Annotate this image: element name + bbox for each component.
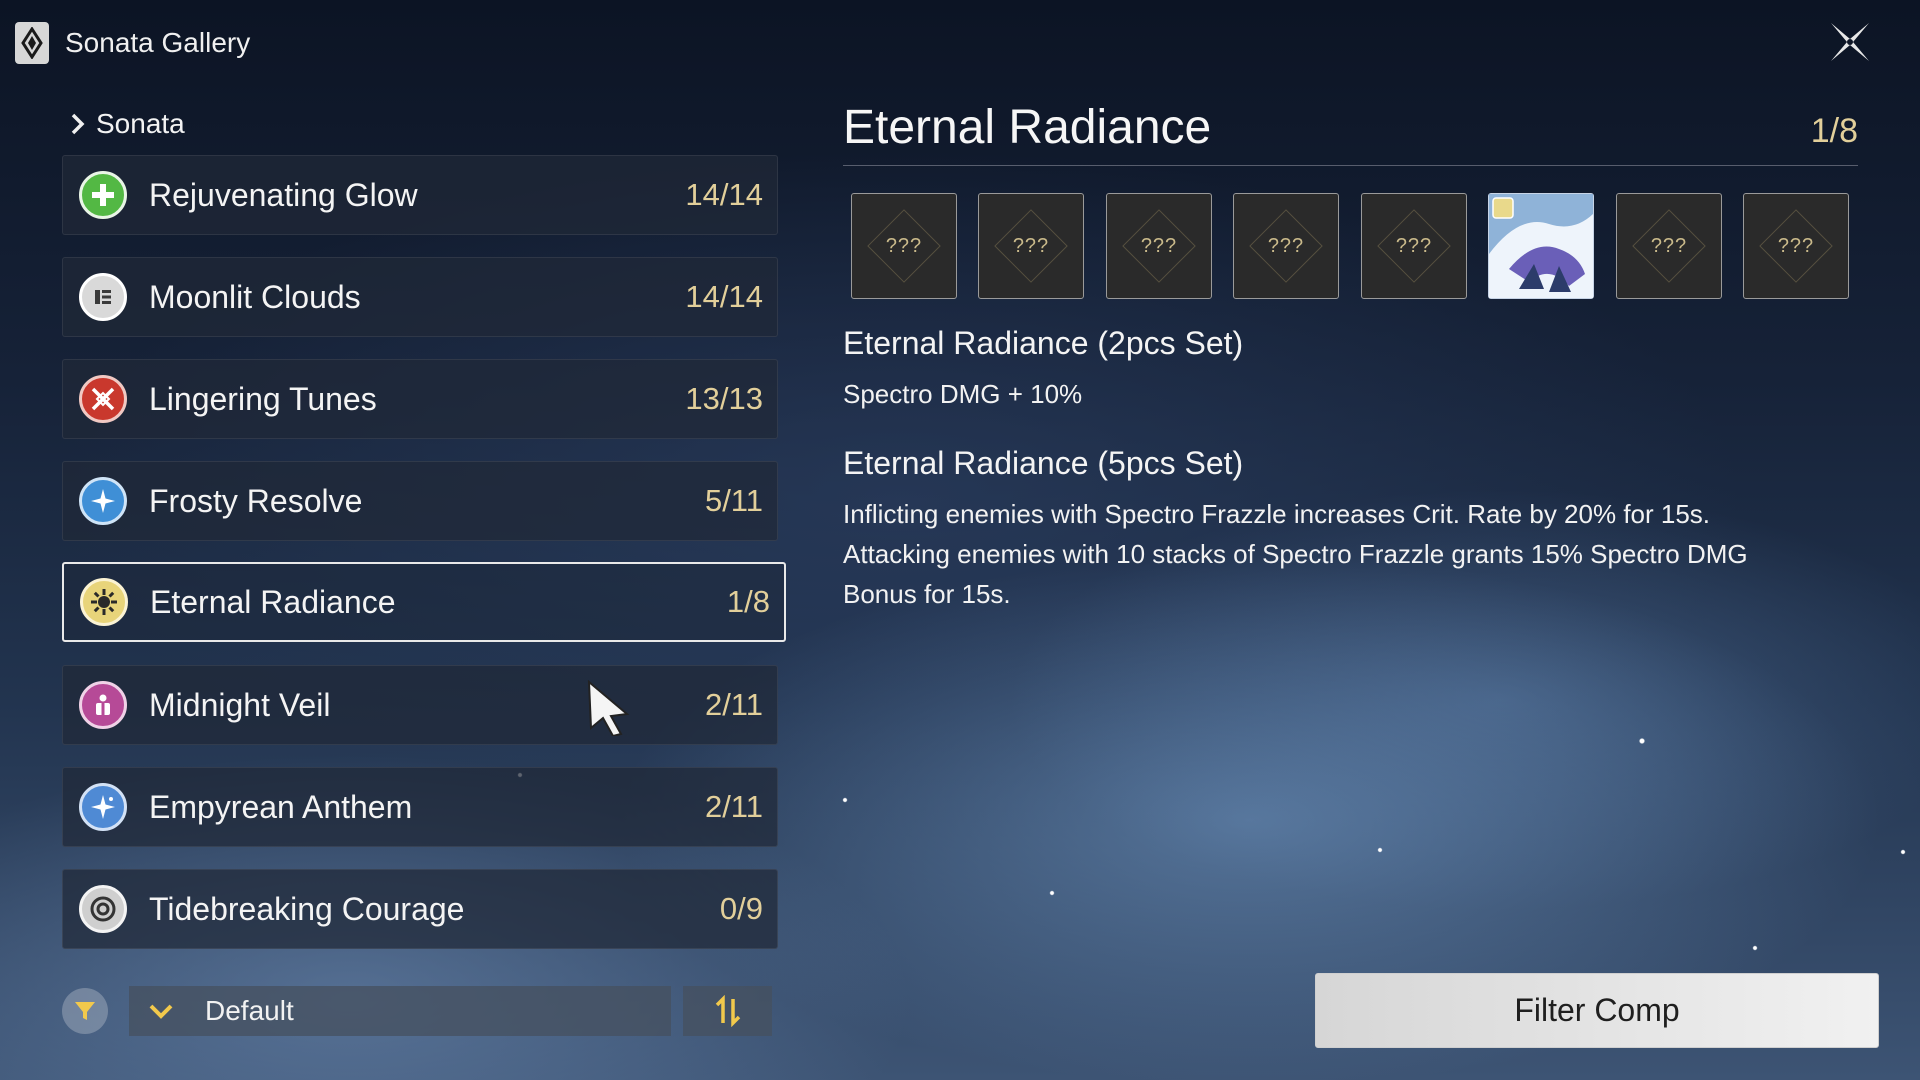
slot-label: ???: [1267, 234, 1305, 257]
chevron-right-icon: [71, 113, 85, 135]
frost-star-icon: [79, 477, 127, 525]
echo-slot-locked[interactable]: ???: [1743, 193, 1849, 299]
slot-label: ???: [1650, 234, 1688, 257]
sort-order-button[interactable]: [683, 986, 772, 1036]
set-count: 2/11: [704, 789, 763, 824]
set-item-empyrean-anthem[interactable]: Empyrean Anthem 2/11: [62, 767, 778, 847]
mouse-cursor-icon: [587, 680, 630, 736]
breadcrumb-label: Sonata: [96, 108, 185, 139]
sort-order-icon: [715, 995, 740, 1027]
five-piece-title: Eternal Radiance (5pcs Set): [843, 445, 1244, 481]
echo-slot-owned[interactable]: [1488, 193, 1594, 299]
echo-slot-locked[interactable]: ???: [978, 193, 1084, 299]
detail-count: 1/8: [1810, 112, 1858, 150]
set-name: Lingering Tunes: [149, 380, 377, 417]
filter-funnel-icon: [75, 1002, 95, 1020]
echo-slot-locked[interactable]: ???: [851, 193, 957, 299]
five-piece-text-line-3: Bonus for 15s.: [843, 579, 1011, 609]
chevron-down-icon: [143, 1003, 179, 1019]
sort-dropdown[interactable]: Default: [129, 986, 671, 1036]
five-piece-text-line-1: Inflicting enemies with Spectro Frazzle …: [843, 499, 1711, 529]
set-name: Rejuvenating Glow: [149, 176, 418, 213]
breadcrumb[interactable]: Sonata: [70, 108, 185, 140]
slot-label: ???: [1012, 234, 1050, 257]
echo-creature-icon: [1489, 194, 1593, 298]
filter-comp-button[interactable]: Filter Comp: [1315, 973, 1879, 1048]
set-item-eternal-radiance[interactable]: Eternal Radiance 1/8: [62, 562, 786, 642]
moonlit-clouds-icon: [79, 273, 127, 321]
anthem-star-icon: [79, 783, 127, 831]
filter-button[interactable]: [62, 988, 108, 1034]
tide-ring-icon: [79, 885, 127, 933]
detail-title: Eternal Radiance: [843, 101, 1212, 154]
echo-slot-locked[interactable]: ???: [1233, 193, 1339, 299]
two-piece-text: Spectro DMG + 10%: [843, 379, 1083, 409]
set-count: 5/11: [704, 483, 763, 518]
slot-label: ???: [1777, 234, 1815, 257]
set-name: Eternal Radiance: [150, 583, 396, 620]
echo-slot-locked[interactable]: ???: [1616, 193, 1722, 299]
radiance-sun-icon: [80, 578, 128, 626]
slot-label: ???: [885, 234, 923, 257]
set-item-midnight-veil[interactable]: Midnight Veil 2/11: [62, 665, 778, 745]
set-item-frosty-resolve[interactable]: Frosty Resolve 5/11: [62, 461, 778, 541]
midnight-veil-icon: [79, 681, 127, 729]
close-icon: [1831, 23, 1869, 61]
set-count: 0/9: [719, 891, 763, 926]
app-header: Sonata Gallery: [15, 22, 250, 64]
set-name: Moonlit Clouds: [149, 278, 361, 315]
five-piece-text-line-2: Attacking enemies with 10 stacks of Spec…: [843, 539, 1748, 569]
set-count: 2/11: [704, 687, 763, 722]
set-name: Frosty Resolve: [149, 482, 363, 519]
echo-slot-locked[interactable]: ???: [1361, 193, 1467, 299]
set-name: Empyrean Anthem: [149, 788, 413, 825]
slot-label: ???: [1140, 234, 1178, 257]
set-count: 1/8: [726, 584, 770, 619]
page-title: Sonata Gallery: [65, 27, 251, 58]
sonata-logo-icon: [15, 22, 49, 64]
set-count: 14/14: [685, 177, 763, 212]
set-item-lingering-tunes[interactable]: Lingering Tunes 13/13: [62, 359, 778, 439]
echo-slot-locked[interactable]: ???: [1106, 193, 1212, 299]
two-piece-title: Eternal Radiance (2pcs Set): [843, 325, 1244, 361]
healing-cross-icon: [79, 171, 127, 219]
set-item-moonlit-clouds[interactable]: Moonlit Clouds 14/14: [62, 257, 778, 337]
set-name: Tidebreaking Courage: [149, 890, 465, 927]
close-button[interactable]: [1822, 14, 1878, 70]
set-item-tidebreaking-courage[interactable]: Tidebreaking Courage 0/9: [62, 869, 778, 949]
set-item-rejuvenating-glow[interactable]: Rejuvenating Glow 14/14: [62, 155, 778, 235]
crossed-swords-icon: [79, 375, 127, 423]
set-count: 13/13: [685, 381, 763, 416]
slot-label: ???: [1395, 234, 1433, 257]
divider: [843, 165, 1858, 166]
set-count: 14/14: [685, 279, 763, 314]
sort-label: Default: [205, 995, 294, 1026]
